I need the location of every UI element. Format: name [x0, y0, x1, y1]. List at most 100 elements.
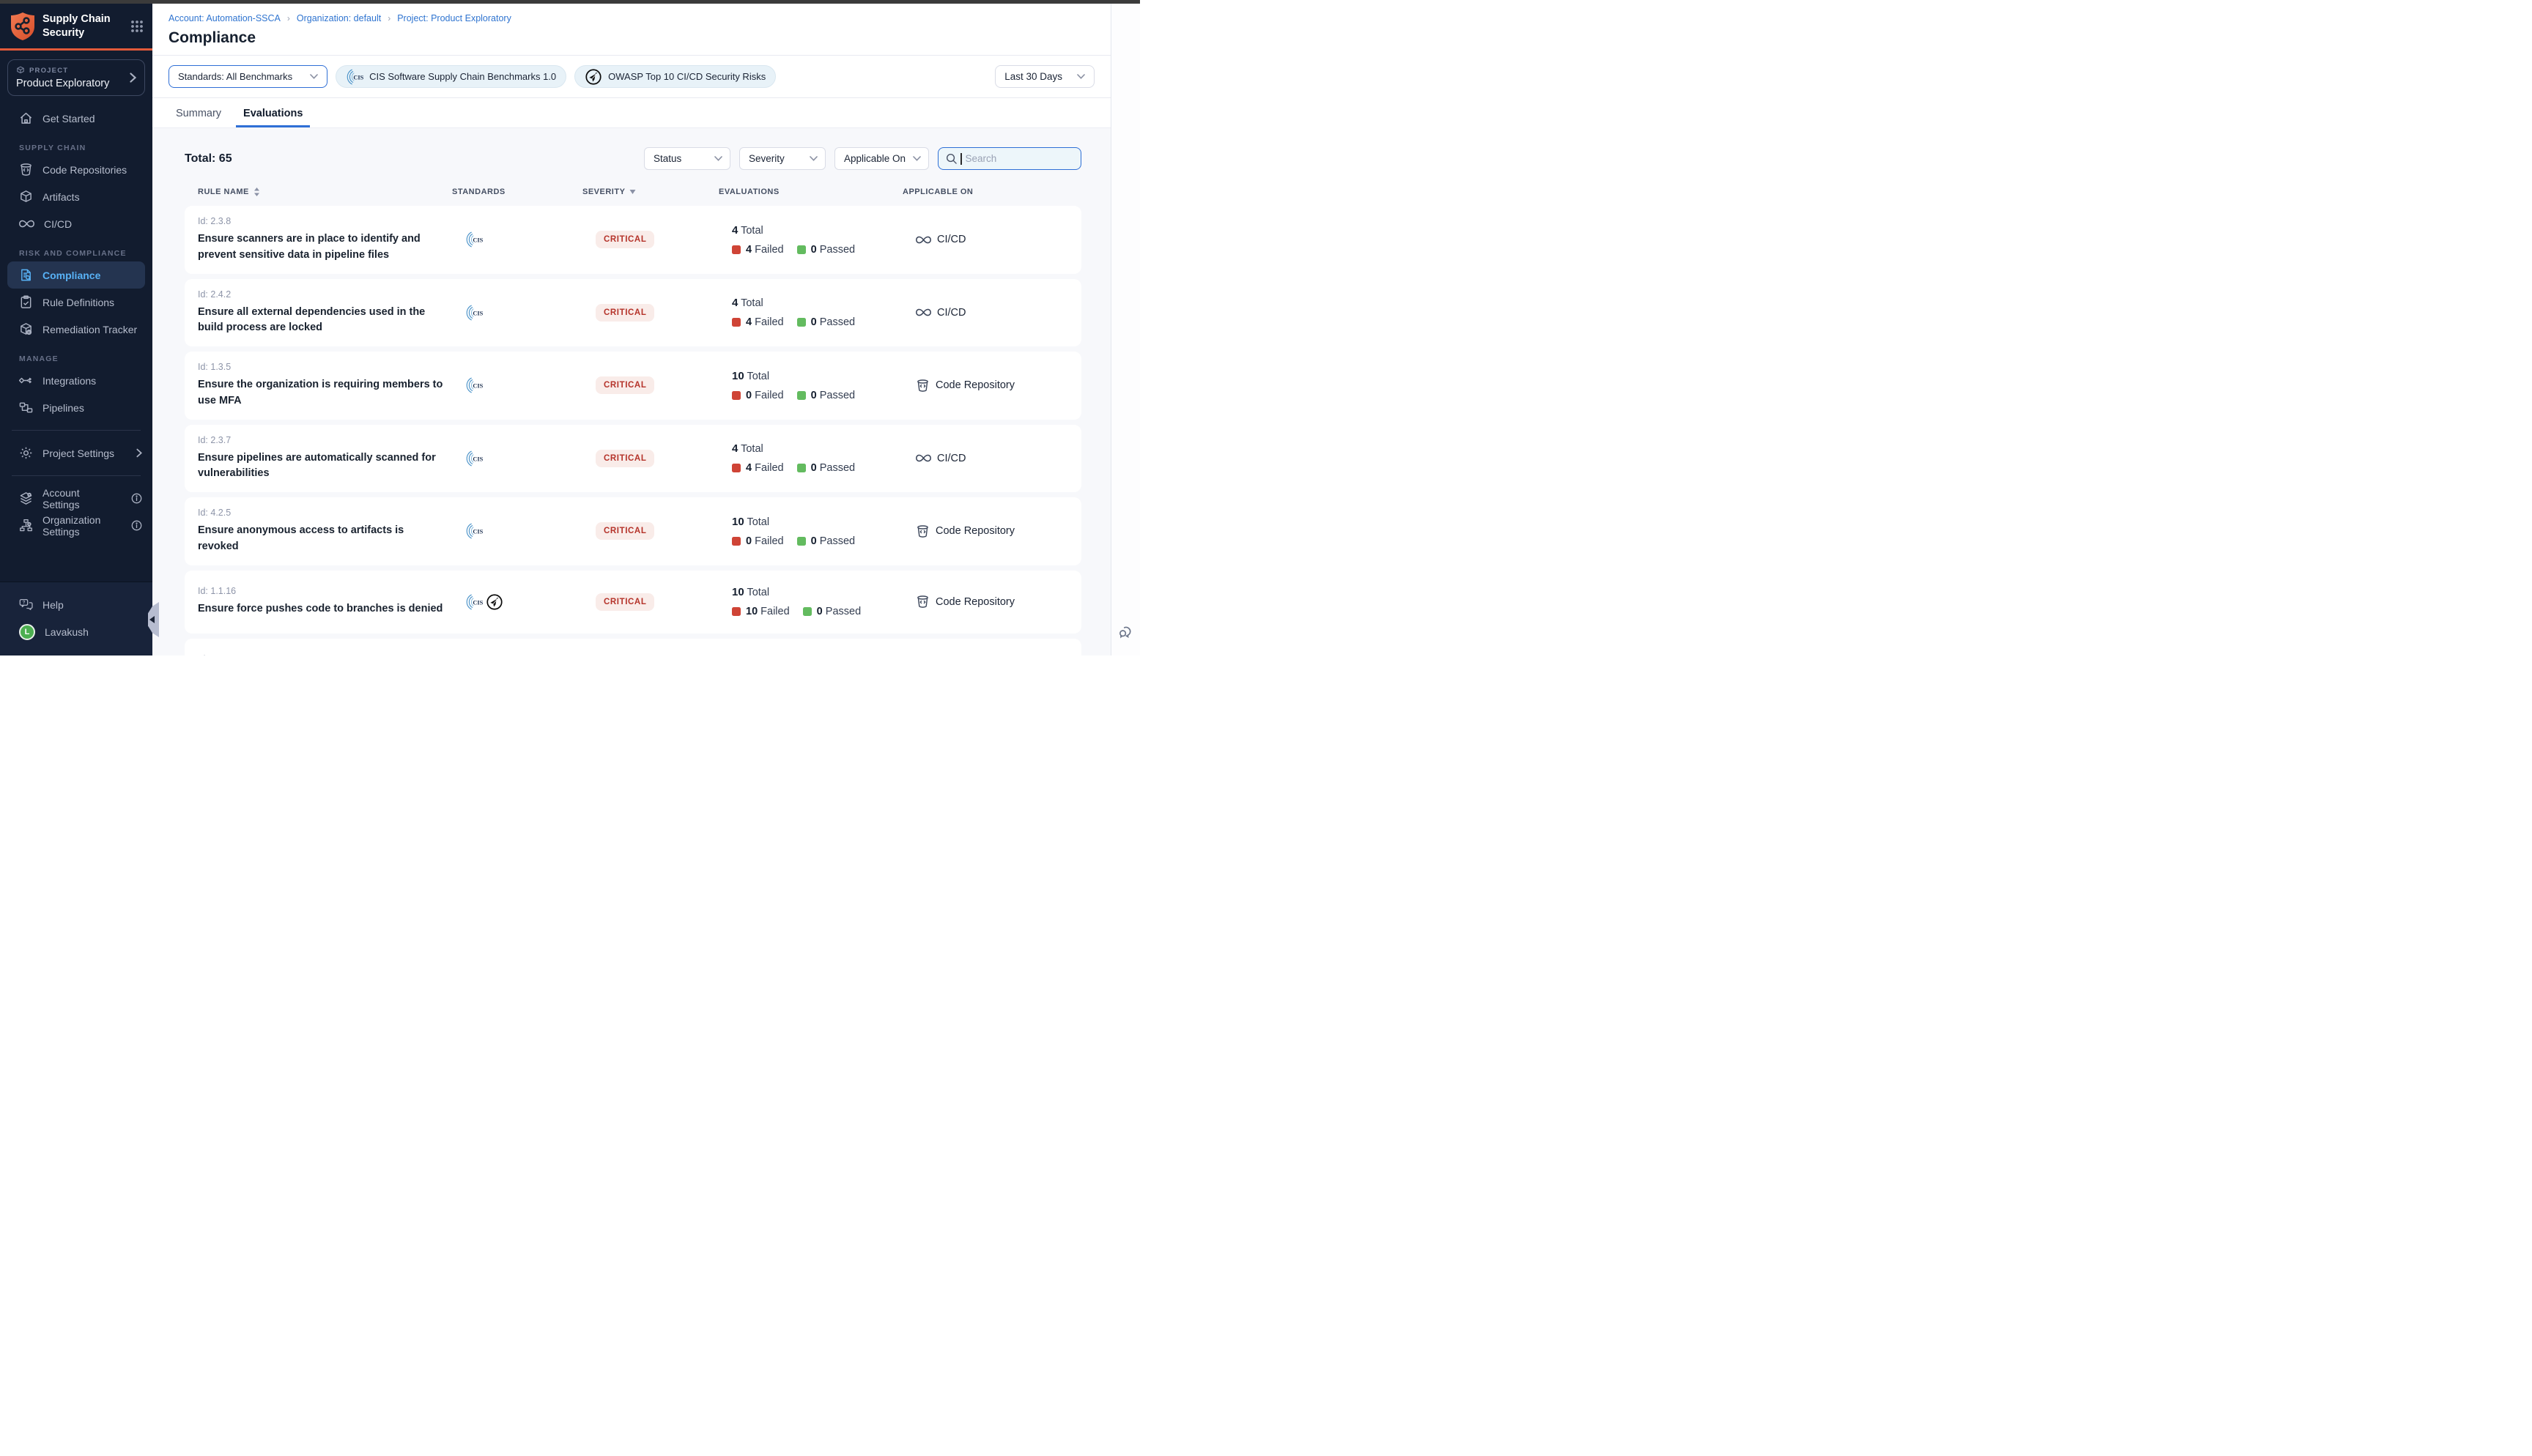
chevron-down-icon [913, 156, 921, 161]
chip-cis-benchmark[interactable]: CIS CIS Software Supply Chain Benchmarks… [336, 65, 566, 88]
rule-name: Ensure all external dependencies used in… [198, 305, 465, 337]
breadcrumb-separator: › [287, 13, 290, 23]
cis-logo-icon: CIS [465, 593, 483, 611]
severity-dropdown[interactable]: Severity [739, 147, 826, 170]
apps-grid-icon[interactable] [130, 20, 144, 33]
rule-id: Id: 4.2.5 [198, 508, 465, 518]
text-caret [960, 153, 962, 165]
sidebar-item-organization-settings[interactable]: Organization Settings [0, 512, 152, 539]
rule-cell: Id: 1.3.5Ensure the organization is requ… [198, 362, 465, 409]
sidebar-item-label: Organization Settings [42, 514, 112, 538]
standards-filter-row: Standards: All Benchmarks CIS CIS Softwa… [152, 56, 1111, 98]
passed-indicator [797, 537, 806, 546]
tab-summary[interactable]: Summary [169, 98, 229, 127]
applicable-on-cell: CI/CD [916, 307, 1081, 319]
standards-dropdown[interactable]: Standards: All Benchmarks [169, 65, 327, 88]
sidebar-item-label: Project Settings [42, 447, 114, 459]
column-label: EVALUATIONS [719, 187, 780, 196]
sidebar-item-compliance[interactable]: Compliance [7, 261, 145, 289]
column-header-evaluations: EVALUATIONS [719, 187, 903, 196]
sidebar-nav: Get Started SUPPLY CHAIN Code Repositories… [0, 99, 152, 582]
sidebar-item-account-settings[interactable]: Account Settings [0, 485, 152, 512]
sidebar-item-label: Pipelines [42, 402, 84, 414]
breadcrumb-link[interactable]: Project: Product Exploratory [397, 13, 511, 23]
rule-row[interactable]: Id: 1.1.17Ensure branch deletions are de… [185, 639, 1081, 656]
info-icon[interactable] [131, 493, 142, 504]
sidebar-item-rule-definitions[interactable]: Rule Definitions [0, 289, 152, 316]
rule-row[interactable]: Id: 1.1.16Ensure force pushes code to br… [185, 571, 1081, 634]
sidebar-item-get-started[interactable]: Get Started [0, 105, 152, 132]
chevron-down-icon [810, 156, 818, 161]
svg-text:CIS: CIS [473, 310, 483, 316]
owasp-logo-icon [585, 68, 602, 86]
failed-indicator [732, 245, 741, 254]
eval-failed: 4 Failed [732, 462, 784, 474]
breadcrumb-link[interactable]: Organization: default [297, 13, 381, 23]
rule-row[interactable]: Id: 2.4.2Ensure all external dependencie… [185, 279, 1081, 347]
severity-cell: CRITICAL [596, 304, 732, 322]
sort-icon[interactable] [253, 187, 260, 196]
rule-cell: Id: 1.1.16Ensure force pushes code to br… [198, 586, 465, 617]
rule-row[interactable]: Id: 2.3.7Ensure pipelines are automatica… [185, 425, 1081, 493]
rule-row[interactable]: Id: 1.3.5Ensure the organization is requ… [185, 352, 1081, 420]
eval-failed: 4 Failed [732, 244, 784, 256]
applicable-on-cell: CI/CD [916, 234, 1081, 245]
column-header-severity[interactable]: SEVERITY [582, 187, 719, 196]
sort-desc-icon[interactable] [629, 190, 636, 194]
applicable-on-cell: CI/CD [916, 453, 1081, 464]
sidebar-footer: ?HelpLLavakush [0, 582, 152, 655]
sidebar-item-label: Rule Definitions [42, 297, 114, 308]
column-header-standards: STANDARDS [452, 187, 582, 196]
section-label: SUPPLY CHAIN [19, 144, 152, 152]
cis-logo-icon: CIS [465, 231, 483, 248]
evaluations-cell: 10 Total10 Failed0 Passed [732, 654, 916, 655]
tab-evaluations[interactable]: Evaluations [236, 98, 310, 127]
sidebar-item-integrations[interactable]: Integrations [0, 367, 152, 394]
severity-cell: CRITICAL [596, 450, 732, 467]
sidebar-item-remediation-tracker[interactable]: Remediation Tracker [0, 316, 152, 343]
code-repository-icon [916, 595, 930, 609]
clipboard-check-icon [19, 295, 33, 309]
standards-dropdown-value: Standards: All Benchmarks [178, 71, 292, 82]
dropdown-label: Severity [749, 153, 785, 164]
svg-text:CIS: CIS [473, 599, 483, 606]
column-label: APPLICABLE ON [903, 187, 973, 196]
status-dropdown[interactable]: Status [644, 147, 730, 170]
passed-indicator [797, 245, 806, 254]
date-range-dropdown[interactable]: Last 30 Days [995, 65, 1095, 88]
rule-cell: Id: 4.2.5Ensure anonymous access to arti… [198, 508, 465, 555]
search-input[interactable]: Search [938, 147, 1081, 170]
eval-failed: 0 Failed [732, 390, 784, 401]
rule-id: Id: 1.3.5 [198, 362, 465, 372]
failed-indicator [732, 391, 741, 400]
support-chat-icon[interactable] [1118, 623, 1134, 639]
rule-row[interactable]: Id: 4.2.5Ensure anonymous access to arti… [185, 497, 1081, 565]
sidebar-item-project-settings[interactable]: Project Settings [0, 439, 152, 467]
applicable-on-dropdown[interactable]: Applicable On [834, 147, 929, 170]
chip-owasp-top10[interactable]: OWASP Top 10 CI/CD Security Risks [574, 65, 776, 88]
info-icon[interactable] [131, 520, 142, 531]
chevron-down-icon [310, 74, 318, 79]
breadcrumb-link[interactable]: Account: Automation-SSCA [169, 13, 281, 23]
integrations-icon [19, 374, 33, 387]
chevron-down-icon [1077, 74, 1085, 79]
applicable-on-cell: Code Repository [916, 595, 1081, 609]
severity-cell: CRITICAL [596, 231, 732, 248]
sidebar-item-help[interactable]: ?Help [0, 591, 152, 618]
failed-indicator [732, 464, 741, 472]
code-repository-icon [916, 379, 930, 393]
sidebar-item-code-repositories[interactable]: Code Repositories [0, 156, 152, 183]
section-label: MANAGE [19, 354, 152, 363]
severity-badge: CRITICAL [596, 450, 654, 467]
page-header: Account: Automation-SSCA › Organization: d… [152, 4, 1111, 56]
chip-label: CIS Software Supply Chain Benchmarks 1.0 [369, 71, 556, 82]
chevron-right-icon [136, 448, 142, 458]
severity-cell: CRITICAL [596, 593, 732, 611]
rule-row[interactable]: Id: 2.3.8Ensure scanners are in place to… [185, 206, 1081, 274]
sidebar-item-pipelines[interactable]: Pipelines [0, 394, 152, 421]
user-menu[interactable]: LLavakush [0, 618, 152, 645]
sidebar-item-artifacts[interactable]: Artifacts [0, 183, 152, 210]
column-header-rule-name[interactable]: RULE NAME [185, 187, 452, 196]
sidebar-item-ci-cd[interactable]: CI/CD [0, 210, 152, 237]
project-switcher[interactable]: PROJECT Product Exploratory [7, 59, 145, 96]
